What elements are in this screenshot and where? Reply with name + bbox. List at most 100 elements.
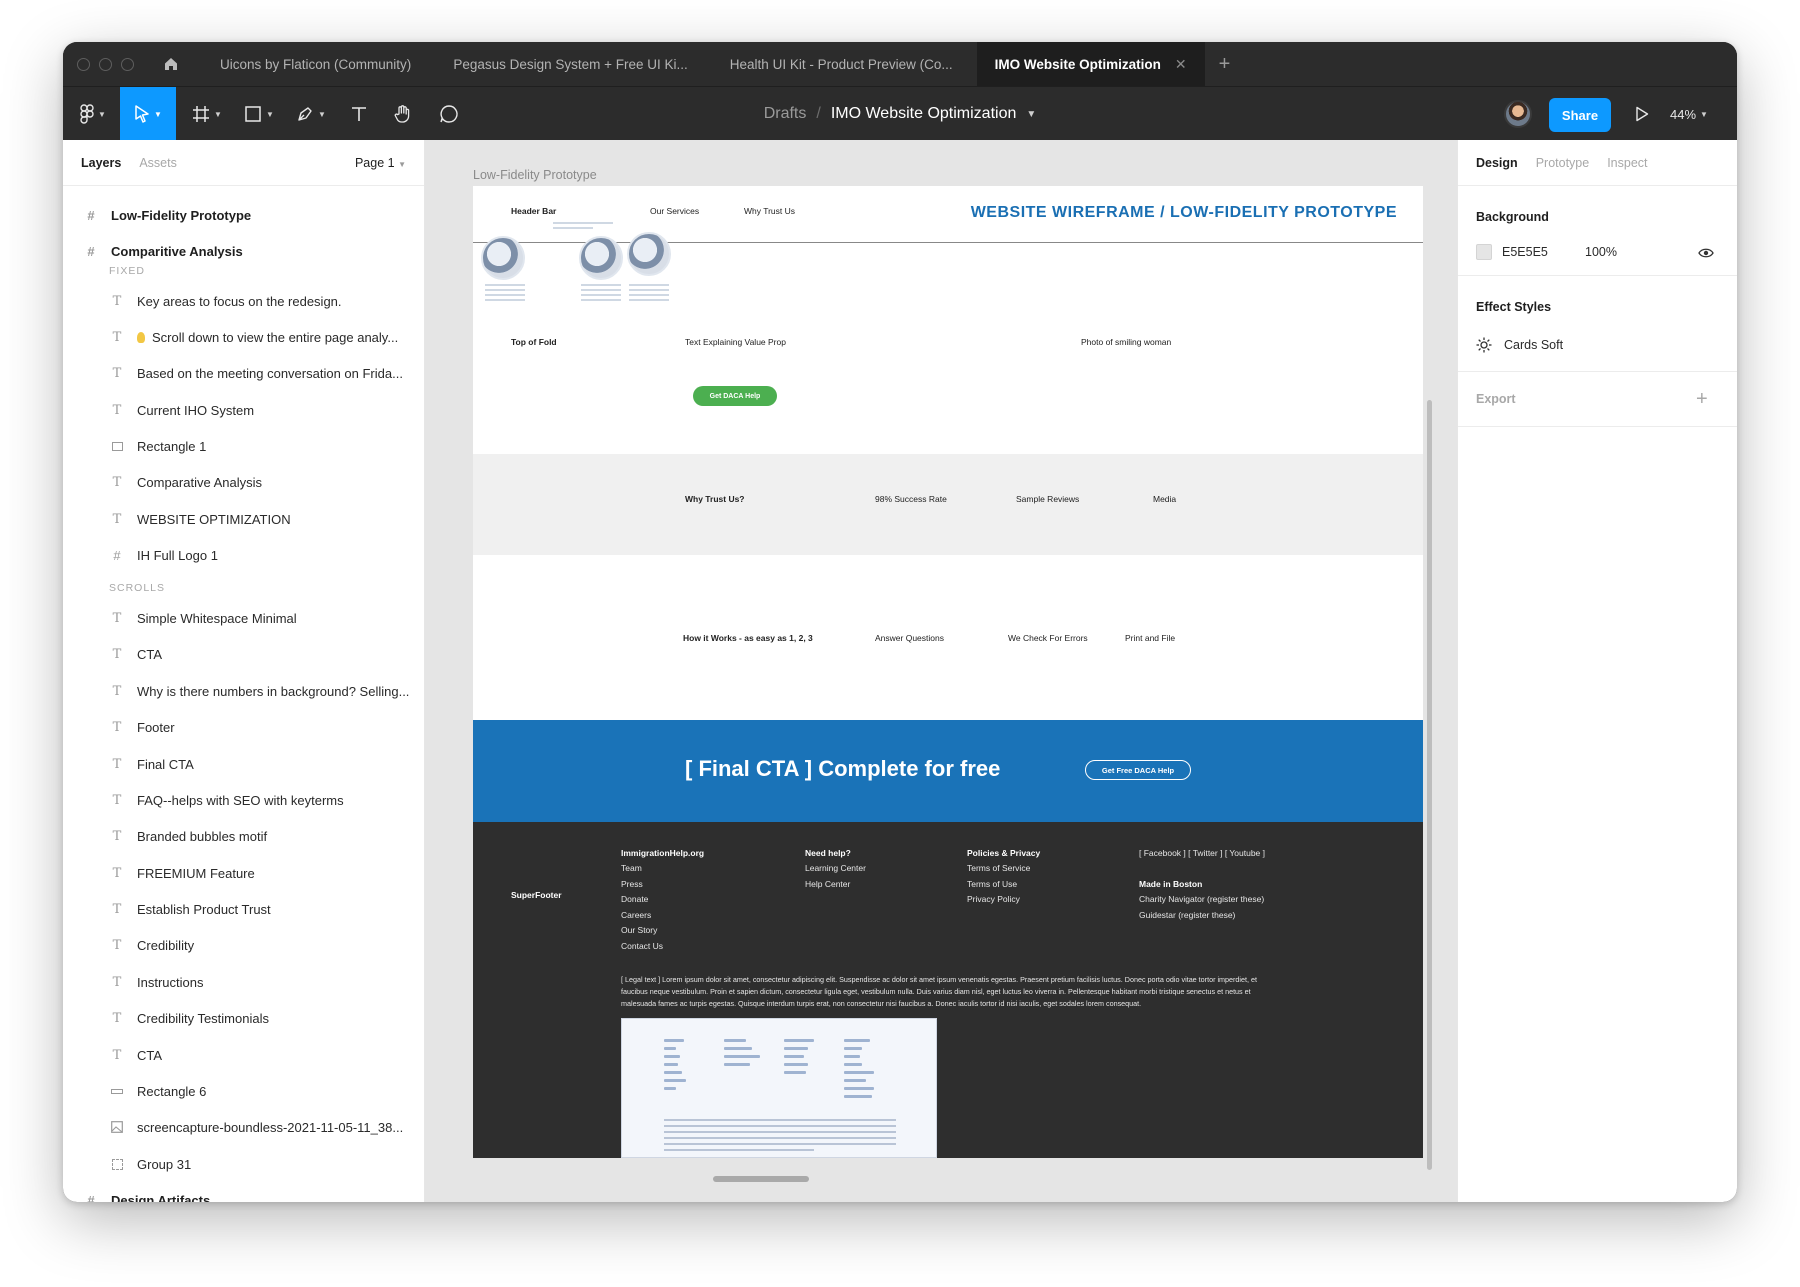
background-hex[interactable]: E5E5E5	[1502, 245, 1548, 259]
frame-label[interactable]: Low-Fidelity Prototype	[473, 168, 597, 182]
text-icon: T	[112, 792, 122, 808]
text-icon: T	[112, 293, 122, 309]
footer-link: Terms of Use	[967, 879, 1018, 889]
layer-item[interactable]: T Final CTA	[63, 748, 424, 780]
layer-item[interactable]: # IH Full Logo 1	[63, 539, 424, 571]
text-tool-button[interactable]	[341, 87, 377, 141]
add-export-icon[interactable]: +	[1696, 388, 1708, 411]
layer-item[interactable]: T CTA	[63, 1039, 424, 1071]
wf-why-trust: Why Trust Us?	[685, 494, 745, 504]
zoom-menu[interactable]: 44% ▼	[1670, 87, 1708, 141]
footer-link: Donate	[621, 894, 649, 904]
wf-answer-questions: Answer Questions	[875, 633, 944, 643]
wf-nav-why-trust-us: Why Trust Us	[744, 206, 796, 216]
zoom-window-button[interactable]	[121, 57, 134, 71]
frame-tool-button[interactable]: ▼	[185, 87, 229, 141]
layer-item[interactable]: T Key areas to focus on the redesign.	[63, 285, 424, 317]
background-swatch[interactable]	[1476, 244, 1492, 260]
hand-icon	[394, 105, 410, 123]
close-window-button[interactable]	[77, 57, 90, 71]
minimize-window-button[interactable]	[99, 57, 112, 71]
layer-item[interactable]: T Branded bubbles motif	[63, 820, 424, 852]
breadcrumb-drafts[interactable]: Drafts	[764, 105, 807, 123]
tab-prototype[interactable]: Prototype	[1536, 156, 1590, 170]
how-it-works-illustrations	[479, 222, 671, 312]
layer-frame-low-fidelity-prototype[interactable]: # Low-Fidelity Prototype	[63, 199, 424, 231]
properties-panel: Design Prototype Inspect Background E5E5…	[1457, 140, 1737, 1202]
tab-pegasus[interactable]: Pegasus Design System + Free UI Ki...	[435, 42, 705, 86]
hand-tool-button[interactable]	[385, 87, 421, 141]
pen-tool-button[interactable]: ▼	[289, 87, 333, 141]
sun-icon	[1476, 337, 1492, 358]
wireframe-artboard[interactable]: Header Bar Our Services Why Trust Us WEB…	[473, 186, 1423, 1158]
horizontal-scrollbar[interactable]	[713, 1176, 809, 1182]
footer-social: [ Facebook ] [ Twitter ] [ Youtube ]	[1139, 848, 1266, 858]
share-button[interactable]: Share	[1549, 98, 1611, 132]
layer-item[interactable]: T Instructions	[63, 966, 424, 998]
wf-title: WEBSITE WIREFRAME / LOW-FIDELITY PROTOTY…	[970, 204, 1397, 221]
tab-layers[interactable]: Layers	[81, 156, 121, 170]
tab-imo-website-optimization[interactable]: IMO Website Optimization ✕	[976, 42, 1205, 86]
layer-item[interactable]: T Why is there numbers in background? Sel…	[63, 675, 424, 707]
layer-item[interactable]: screencapture-boundless-2021-11-05-11_38…	[63, 1111, 424, 1143]
main-menu-button[interactable]: ▼	[71, 87, 115, 141]
background-opacity[interactable]: 100%	[1585, 245, 1617, 259]
tab-design[interactable]: Design	[1476, 156, 1518, 170]
home-icon[interactable]	[162, 55, 180, 73]
vertical-scrollbar[interactable]	[1427, 400, 1432, 1170]
layer-item[interactable]: T CTA	[63, 638, 424, 670]
layer-item[interactable]: T Simple Whitespace Minimal	[63, 602, 424, 634]
avatar[interactable]	[1504, 100, 1532, 128]
wf-superfooter: SuperFooter	[511, 890, 562, 900]
chevron-down-icon[interactable]: ▼	[1026, 109, 1036, 120]
mini-caption	[485, 284, 525, 304]
wf-photo: Photo of smiling woman	[1081, 337, 1172, 347]
layers-panel-header: Layers Assets Page 1 ▼	[63, 140, 424, 186]
text-icon: T	[112, 719, 122, 735]
rectangle-icon	[245, 106, 261, 122]
text-icon: T	[112, 828, 122, 844]
page-selector[interactable]: Page 1 ▼	[355, 156, 406, 170]
layer-item[interactable]: T FAQ--helps with SEO with keyterms	[63, 784, 424, 816]
layer-item[interactable]: T Establish Product Trust	[63, 893, 424, 925]
tab-inspect[interactable]: Inspect	[1607, 156, 1647, 170]
frame-icon: #	[87, 243, 95, 259]
thumb-column	[664, 1039, 704, 1095]
canvas[interactable]: Low-Fidelity Prototype Header Bar Our Se…	[425, 140, 1457, 1202]
comment-tool-button[interactable]	[431, 87, 467, 141]
layer-item[interactable]: T WEBSITE OPTIMIZATION	[63, 503, 424, 535]
new-tab-icon[interactable]: +	[1219, 53, 1231, 76]
tab-assets[interactable]: Assets	[139, 156, 177, 170]
layer-item[interactable]: T Credibility	[63, 929, 424, 961]
properties-panel-header: Design Prototype Inspect	[1458, 140, 1737, 186]
text-icon: T	[112, 329, 122, 345]
tab-health-ui-kit[interactable]: Health UI Kit - Product Preview (Co...	[712, 42, 971, 86]
move-tool-button[interactable]: ▼	[120, 87, 176, 141]
close-tab-icon[interactable]: ✕	[1175, 56, 1187, 73]
layer-item[interactable]: Rectangle 1	[63, 430, 424, 462]
layer-item[interactable]: T Scroll down to view the entire page ana…	[63, 321, 424, 353]
layer-item[interactable]: T Comparative Analysis	[63, 466, 424, 498]
present-button[interactable]	[1630, 102, 1654, 126]
layer-frame-design-artifacts[interactable]: # Design Artifacts	[63, 1184, 424, 1203]
eye-icon[interactable]	[1698, 246, 1714, 264]
layer-item[interactable]: Group 31	[63, 1148, 424, 1180]
background-section: Background E5E5E5 100%	[1458, 186, 1737, 276]
layer-item[interactable]: T Credibility Testimonials	[63, 1002, 424, 1034]
effect-style-cards-soft[interactable]: Cards Soft	[1504, 338, 1563, 352]
layer-item[interactable]: T FREEMIUM Feature	[63, 857, 424, 889]
layer-frame-comparitive-analysis[interactable]: # Comparitive Analysis	[63, 235, 424, 267]
thumb-column	[784, 1039, 824, 1079]
layer-item[interactable]: Rectangle 6	[63, 1075, 424, 1107]
layer-item[interactable]: T Footer	[63, 711, 424, 743]
footer-link: Guidestar (register these)	[1139, 910, 1236, 920]
wf-header-bar: Header Bar	[511, 206, 557, 216]
layer-item[interactable]: T Current IHO System	[63, 394, 424, 426]
shape-tool-button[interactable]: ▼	[237, 87, 281, 141]
file-name[interactable]: IMO Website Optimization	[831, 105, 1017, 123]
layer-item[interactable]: T Based on the meeting conversation on Fr…	[63, 357, 424, 389]
text-icon: T	[112, 365, 122, 381]
text-icon: T	[112, 683, 122, 699]
tab-uicons[interactable]: Uicons by Flaticon (Community)	[202, 42, 429, 86]
toolbar: Drafts / IMO Website Optimization ▼ ▼ ▼ …	[63, 86, 1737, 141]
